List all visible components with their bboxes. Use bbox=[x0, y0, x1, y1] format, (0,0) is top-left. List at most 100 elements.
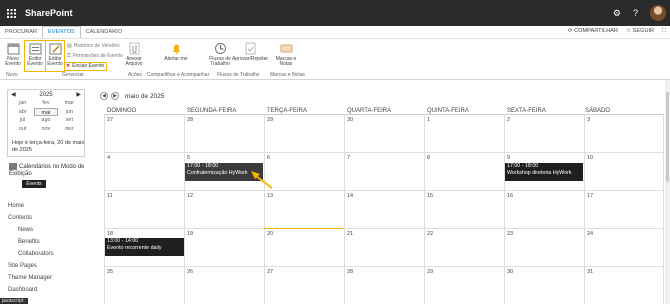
day-number[interactable]: 30 bbox=[507, 269, 513, 275]
month-jan[interactable]: jan bbox=[11, 99, 34, 108]
day-number[interactable]: 14 bbox=[347, 193, 353, 199]
nav-dashboard[interactable]: Dashboard bbox=[8, 287, 37, 293]
day-number[interactable]: 26 bbox=[187, 269, 193, 275]
calendar-overlay-label[interactable]: Calendários no Modo de Exibição bbox=[9, 164, 84, 177]
day-number[interactable]: 8 bbox=[427, 155, 430, 161]
day-number[interactable]: 19 bbox=[187, 231, 193, 237]
month-mai[interactable]: mai bbox=[34, 107, 58, 117]
day-number[interactable]: 24 bbox=[587, 231, 593, 237]
day-number[interactable]: 12 bbox=[187, 193, 193, 199]
new-event-button[interactable]: Novo Evento bbox=[4, 42, 22, 68]
share-button[interactable]: ⟳ COMPARTILHAR bbox=[568, 28, 618, 35]
day-number[interactable]: 15 bbox=[427, 193, 433, 199]
settings-gear-icon[interactable]: ⚙ bbox=[613, 8, 621, 19]
event-recorrente[interactable]: 13:00 - 14:00 Evento recorrente daily bbox=[105, 238, 184, 256]
nav-benefits[interactable]: Benefits bbox=[18, 239, 40, 245]
next-month-button[interactable]: ▶ bbox=[111, 92, 119, 100]
day-number[interactable]: 2 bbox=[507, 117, 510, 123]
suite-bar: SharePoint ⚙ ? bbox=[0, 0, 670, 26]
approve-icon bbox=[245, 42, 255, 55]
grid-line bbox=[504, 114, 505, 304]
version-history-label: Histórico de Versões bbox=[73, 43, 120, 49]
nav-news[interactable]: News bbox=[18, 227, 33, 233]
workflows-button[interactable]: Fluxos de Trabalho bbox=[208, 42, 232, 68]
attach-file-label: Anexar Arquivo bbox=[125, 56, 143, 68]
prev-month-button[interactable]: ◀ bbox=[100, 92, 108, 100]
tab-calendario[interactable]: CALENDÁRIO bbox=[81, 27, 127, 38]
day-number[interactable]: 23 bbox=[507, 231, 513, 237]
day-number[interactable]: 13 bbox=[267, 193, 273, 199]
next-year-icon[interactable]: ▶ bbox=[76, 91, 81, 98]
month-set[interactable]: set bbox=[58, 116, 81, 125]
day-number[interactable]: 29 bbox=[427, 269, 433, 275]
focus-mode-icon[interactable]: ⛶ bbox=[662, 28, 666, 35]
help-icon[interactable]: ? bbox=[633, 8, 638, 18]
nav-home[interactable]: Home bbox=[8, 203, 24, 209]
month-out[interactable]: out bbox=[11, 125, 34, 134]
day-number[interactable]: 25 bbox=[107, 269, 113, 275]
month-mar[interactable]: mar bbox=[58, 99, 81, 108]
avatar[interactable] bbox=[650, 5, 666, 21]
month-jun[interactable]: jun bbox=[58, 108, 81, 117]
scrollbar-thumb[interactable] bbox=[666, 92, 669, 182]
month-nov[interactable]: nov bbox=[34, 125, 57, 134]
events-overlay-chip[interactable]: Events bbox=[22, 180, 46, 188]
day-number[interactable]: 28 bbox=[347, 269, 353, 275]
month-jul[interactable]: jul bbox=[11, 116, 34, 125]
permissions-label: Permissões de Evento bbox=[72, 53, 123, 59]
day-number[interactable]: 21 bbox=[347, 231, 353, 237]
bell-icon bbox=[172, 44, 180, 54]
group-label-workflows: Fluxos de Trabalho bbox=[217, 72, 260, 78]
event-workshop[interactable]: 17:00 - 18:00 Workshop diretoria HyWork bbox=[505, 163, 583, 181]
view-event-highlight bbox=[24, 40, 46, 72]
nav-site-pages[interactable]: Site Pages bbox=[8, 263, 37, 269]
app-launcher-icon[interactable] bbox=[0, 0, 22, 26]
day-number[interactable]: 22 bbox=[427, 231, 433, 237]
day-number[interactable]: 11 bbox=[107, 193, 113, 199]
event-time: 17:00 - 18:00 bbox=[507, 163, 539, 169]
day-number[interactable]: 4 bbox=[107, 155, 110, 161]
day-number[interactable]: 28 bbox=[187, 117, 193, 123]
day-number[interactable]: 16 bbox=[507, 193, 513, 199]
approve-reject-button[interactable]: Aprovar/Rejeitar bbox=[232, 42, 268, 62]
month-grid bbox=[104, 114, 664, 304]
follow-label: SEGUIR bbox=[632, 28, 655, 34]
day-number[interactable]: 1 bbox=[427, 117, 430, 123]
day-number[interactable]: 3 bbox=[587, 117, 590, 123]
version-history-button[interactable]: ▤ Histórico de Versões bbox=[67, 43, 120, 49]
calendar-title: maio de 2025 bbox=[125, 92, 165, 100]
day-number[interactable]: 18 bbox=[107, 231, 113, 237]
day-number[interactable]: 31 bbox=[587, 269, 593, 275]
follow-button[interactable]: ☆ SEGUIR bbox=[626, 28, 654, 35]
event-permissions-button[interactable]: ⚿ Permissões de Evento bbox=[67, 53, 123, 59]
day-number[interactable]: 27 bbox=[267, 269, 273, 275]
tab-eventos[interactable]: EVENTOS bbox=[42, 26, 81, 38]
app-name[interactable]: SharePoint bbox=[25, 8, 73, 18]
day-number[interactable]: 27 bbox=[107, 117, 113, 123]
nav-contents[interactable]: Contents bbox=[8, 215, 32, 221]
month-ago[interactable]: ago bbox=[34, 116, 57, 125]
day-number[interactable]: 17 bbox=[587, 193, 593, 199]
day-number[interactable]: 20 bbox=[267, 231, 273, 237]
day-number[interactable]: 10 bbox=[587, 155, 593, 161]
prev-year-icon[interactable]: ◀ bbox=[11, 91, 16, 98]
nav-theme-manager[interactable]: Theme Manager bbox=[8, 275, 52, 281]
today-indicator bbox=[264, 228, 344, 229]
day-number[interactable]: 29 bbox=[267, 117, 273, 123]
day-number[interactable]: 30 bbox=[347, 117, 353, 123]
annotation-arrow-icon bbox=[251, 171, 273, 189]
alert-me-button[interactable]: Alertar-me bbox=[163, 42, 189, 62]
ribbon: Novo Evento Exibir Evento Editar Evento … bbox=[0, 39, 670, 80]
month-dez[interactable]: dez bbox=[58, 125, 81, 134]
day-number[interactable]: 5 bbox=[187, 155, 190, 161]
day-number[interactable]: 9 bbox=[507, 155, 510, 161]
calendar-overlay-icon bbox=[9, 163, 17, 170]
month-abr[interactable]: abr bbox=[11, 108, 34, 117]
tags-notes-button[interactable]: Marcas e Notas bbox=[274, 42, 298, 68]
attach-file-button[interactable]: Anexar Arquivo bbox=[124, 42, 144, 68]
day-number[interactable]: 6 bbox=[267, 155, 270, 161]
month-fev[interactable]: fev bbox=[34, 99, 57, 108]
tab-procurar[interactable]: PROCURAR bbox=[0, 27, 42, 38]
day-number[interactable]: 7 bbox=[347, 155, 350, 161]
nav-collaborators[interactable]: Collaborators bbox=[18, 251, 54, 257]
